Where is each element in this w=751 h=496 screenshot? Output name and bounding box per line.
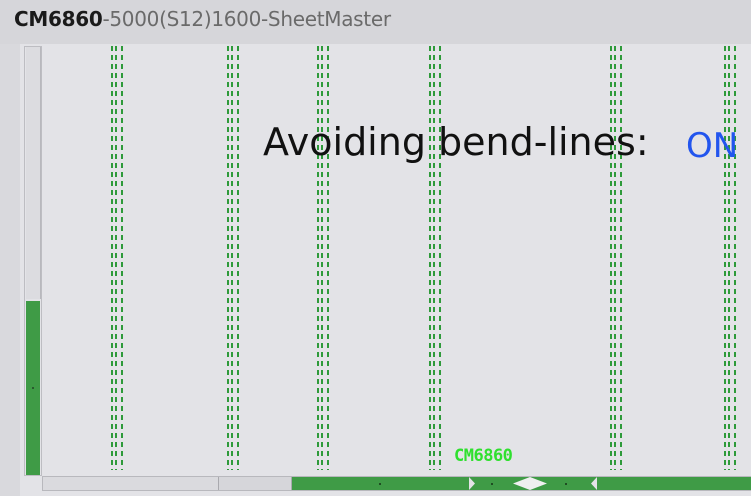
scroll-grip-dot [32,387,34,389]
scroll-grip-dot [491,483,493,485]
vertical-scrollbar-track[interactable] [26,47,41,299]
vertical-scrollbar[interactable] [24,46,42,476]
bend-line [429,46,442,470]
bend-line [317,46,330,470]
window-title: CM6860-5000(S12)1600-SheetMaster [14,7,391,31]
sheet-canvas[interactable] [42,46,751,474]
bend-line [610,46,623,470]
title-bar: CM6860-5000(S12)1600-SheetMaster [0,0,751,44]
bend-line [724,46,737,470]
scroll-grip-dot [565,483,567,485]
part-label: CM6860 [454,446,513,466]
horizontal-scrollbar-track[interactable] [43,477,219,490]
title-part-number: CM6860 [14,7,103,31]
vertical-scrollbar-thumb[interactable] [26,301,40,475]
scroll-grip-dot [379,483,381,485]
bend-avoid-status-label: Avoiding bend-lines: [263,120,649,164]
horizontal-scrollbar-track[interactable] [219,477,292,490]
bend-avoid-status-value: ON [686,126,739,166]
title-suffix: -5000(S12)1600-SheetMaster [102,7,391,31]
bend-line [111,46,124,470]
bend-line [227,46,240,470]
horizontal-scrollbar[interactable] [42,476,751,491]
